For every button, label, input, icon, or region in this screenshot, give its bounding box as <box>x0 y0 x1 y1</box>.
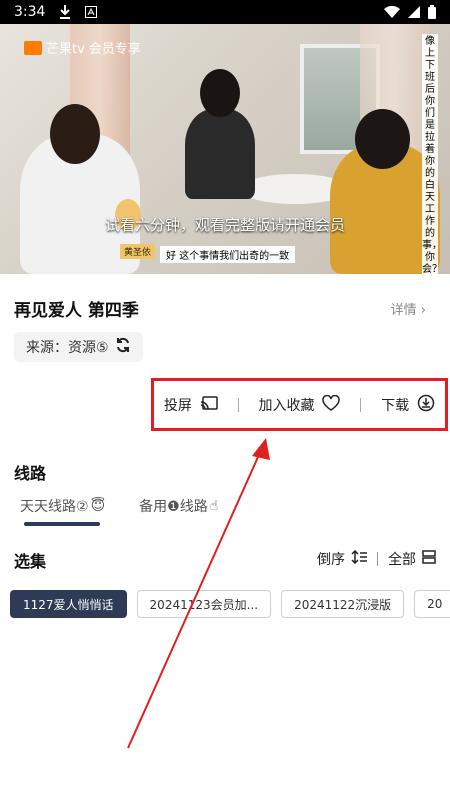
title-row: 再见爱人 第四季 详情 › <box>14 296 436 321</box>
video-subtitle: 好 这个事情我们出奇的一致 <box>160 246 296 263</box>
episodes-section-title: 选集 <box>14 552 47 571</box>
list-grid-icon <box>422 550 436 568</box>
divider <box>377 552 378 566</box>
battery-icon <box>428 5 436 19</box>
details-link[interactable]: 详情 › <box>391 299 426 318</box>
line-tabs: 天天线路② 😇 备用❶线路 ☝ <box>20 496 218 526</box>
favorite-button[interactable]: 加入收藏 <box>258 394 341 415</box>
action-toolbar: 投屏 加入收藏 下载 <box>151 378 448 431</box>
refresh-icon <box>115 337 131 357</box>
episode-list[interactable]: 1127爱人悄悄话 20241123会员加... 20241122沉浸版 20 <box>10 590 450 620</box>
sort-icon <box>351 549 367 568</box>
video-player[interactable]: 芒果tv 会员专享 像上下班后你们是拉着你的白天工作的事，你会？ 试看六分钟，观… <box>0 24 450 274</box>
heart-icon <box>322 394 341 415</box>
all-episodes-button[interactable]: 全部 <box>388 549 436 569</box>
video-scene-person <box>185 69 255 199</box>
line-tab-tiantian[interactable]: 天天线路② 😇 <box>20 496 106 526</box>
cast-icon <box>200 395 218 414</box>
episode-chip[interactable]: 20241122沉浸版 <box>281 590 405 618</box>
signal-icon <box>408 6 420 18</box>
speaker-name-tag: 黄圣依 <box>120 244 156 259</box>
sort-button[interactable]: 倒序 <box>317 549 367 569</box>
pointing-up-icon: ☝ <box>209 498 219 514</box>
mango-logo-icon <box>24 40 42 55</box>
episode-chip[interactable]: 20241123会员加... <box>136 590 272 618</box>
video-logo: 芒果tv 会员专享 <box>24 38 141 57</box>
download-icon <box>417 394 435 416</box>
divider <box>360 397 362 412</box>
smile-halo-icon: 😇 <box>90 498 106 514</box>
wifi-icon <box>384 6 400 18</box>
status-bar: 3:34 <box>0 0 450 24</box>
episode-controls: 倒序 全部 <box>317 549 436 569</box>
status-time: 3:34 <box>14 4 46 20</box>
source-selector[interactable]: 来源：资源⑤ <box>14 332 143 362</box>
video-side-caption: 像上下班后你们是拉着你的白天工作的事，你会？ <box>422 34 442 274</box>
trial-notice: 试看六分钟，观看完整版请开通会员 <box>104 216 345 234</box>
app-notification-icon <box>85 6 98 18</box>
divider <box>237 397 239 412</box>
download-button[interactable]: 下载 <box>381 394 435 416</box>
lines-section-title: 线路 <box>14 464 47 483</box>
episode-chip[interactable]: 1127爱人悄悄话 <box>10 590 127 618</box>
show-title: 再见爱人 第四季 <box>14 301 139 321</box>
download-status-icon <box>59 5 71 19</box>
cast-button[interactable]: 投屏 <box>164 395 218 415</box>
source-label: 来源：资源⑤ <box>26 340 109 356</box>
episode-chip[interactable]: 20 <box>414 590 450 618</box>
line-tab-backup[interactable]: 备用❶线路 ☝ <box>139 496 218 516</box>
